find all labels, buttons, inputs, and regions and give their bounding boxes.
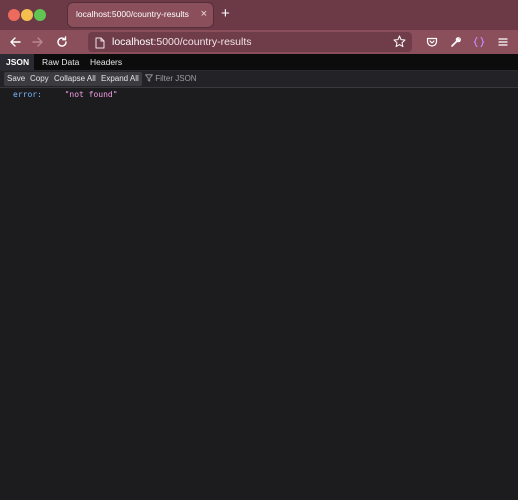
filter-placeholder: Filter JSON	[155, 74, 197, 83]
tab-title: localhost:5000/country-results	[76, 9, 189, 19]
page-icon	[95, 36, 105, 54]
pocket-icon[interactable]	[423, 33, 441, 51]
json-key: error:	[13, 90, 42, 99]
filter-icon	[145, 74, 153, 82]
wrench-icon[interactable]	[447, 33, 465, 51]
menu-hamburger-icon[interactable]	[494, 33, 512, 51]
reload-icon[interactable]	[53, 33, 71, 51]
json-viewer-tabs: JSON Raw Data Headers	[0, 54, 518, 71]
extension-braces-icon[interactable]	[470, 33, 488, 51]
back-arrow-icon[interactable]	[6, 33, 24, 51]
window-close-button[interactable]	[8, 9, 20, 21]
window-minimize-button[interactable]	[21, 9, 33, 21]
tab-raw-data[interactable]: Raw Data	[36, 54, 85, 70]
save-button[interactable]: Save	[4, 72, 29, 86]
bookmark-star-icon[interactable]	[393, 35, 406, 53]
browser-window: localhost:5000/country-results × + local…	[0, 0, 518, 500]
url-bar[interactable]: localhost:5000/country-results	[88, 32, 412, 52]
forward-arrow-icon[interactable]	[29, 33, 47, 51]
tab-json[interactable]: JSON	[0, 54, 34, 70]
new-tab-icon[interactable]: +	[221, 5, 230, 23]
tab-headers[interactable]: Headers	[84, 54, 128, 70]
url-path: :5000/country-results	[153, 36, 252, 48]
collapse-all-button[interactable]: Collapse All	[51, 72, 99, 86]
navigation-bar: localhost:5000/country-results	[0, 30, 518, 54]
tab-strip: localhost:5000/country-results × +	[0, 0, 518, 30]
json-row: error: "not found"	[13, 89, 118, 100]
copy-button[interactable]: Copy	[27, 72, 52, 86]
json-content: error: "not found"	[0, 88, 518, 500]
tab-close-icon[interactable]: ×	[201, 7, 207, 21]
window-maximize-button[interactable]	[34, 9, 46, 21]
json-value: "not found"	[64, 90, 118, 99]
url-text[interactable]: localhost:5000/country-results	[112, 36, 252, 48]
browser-tab[interactable]: localhost:5000/country-results ×	[68, 3, 213, 27]
url-host: localhost	[112, 36, 154, 48]
filter-json-input[interactable]: Filter JSON	[145, 72, 197, 86]
expand-all-button[interactable]: Expand All	[98, 72, 142, 86]
json-toolbar: Save Copy Collapse All Expand All Filter…	[0, 71, 518, 88]
